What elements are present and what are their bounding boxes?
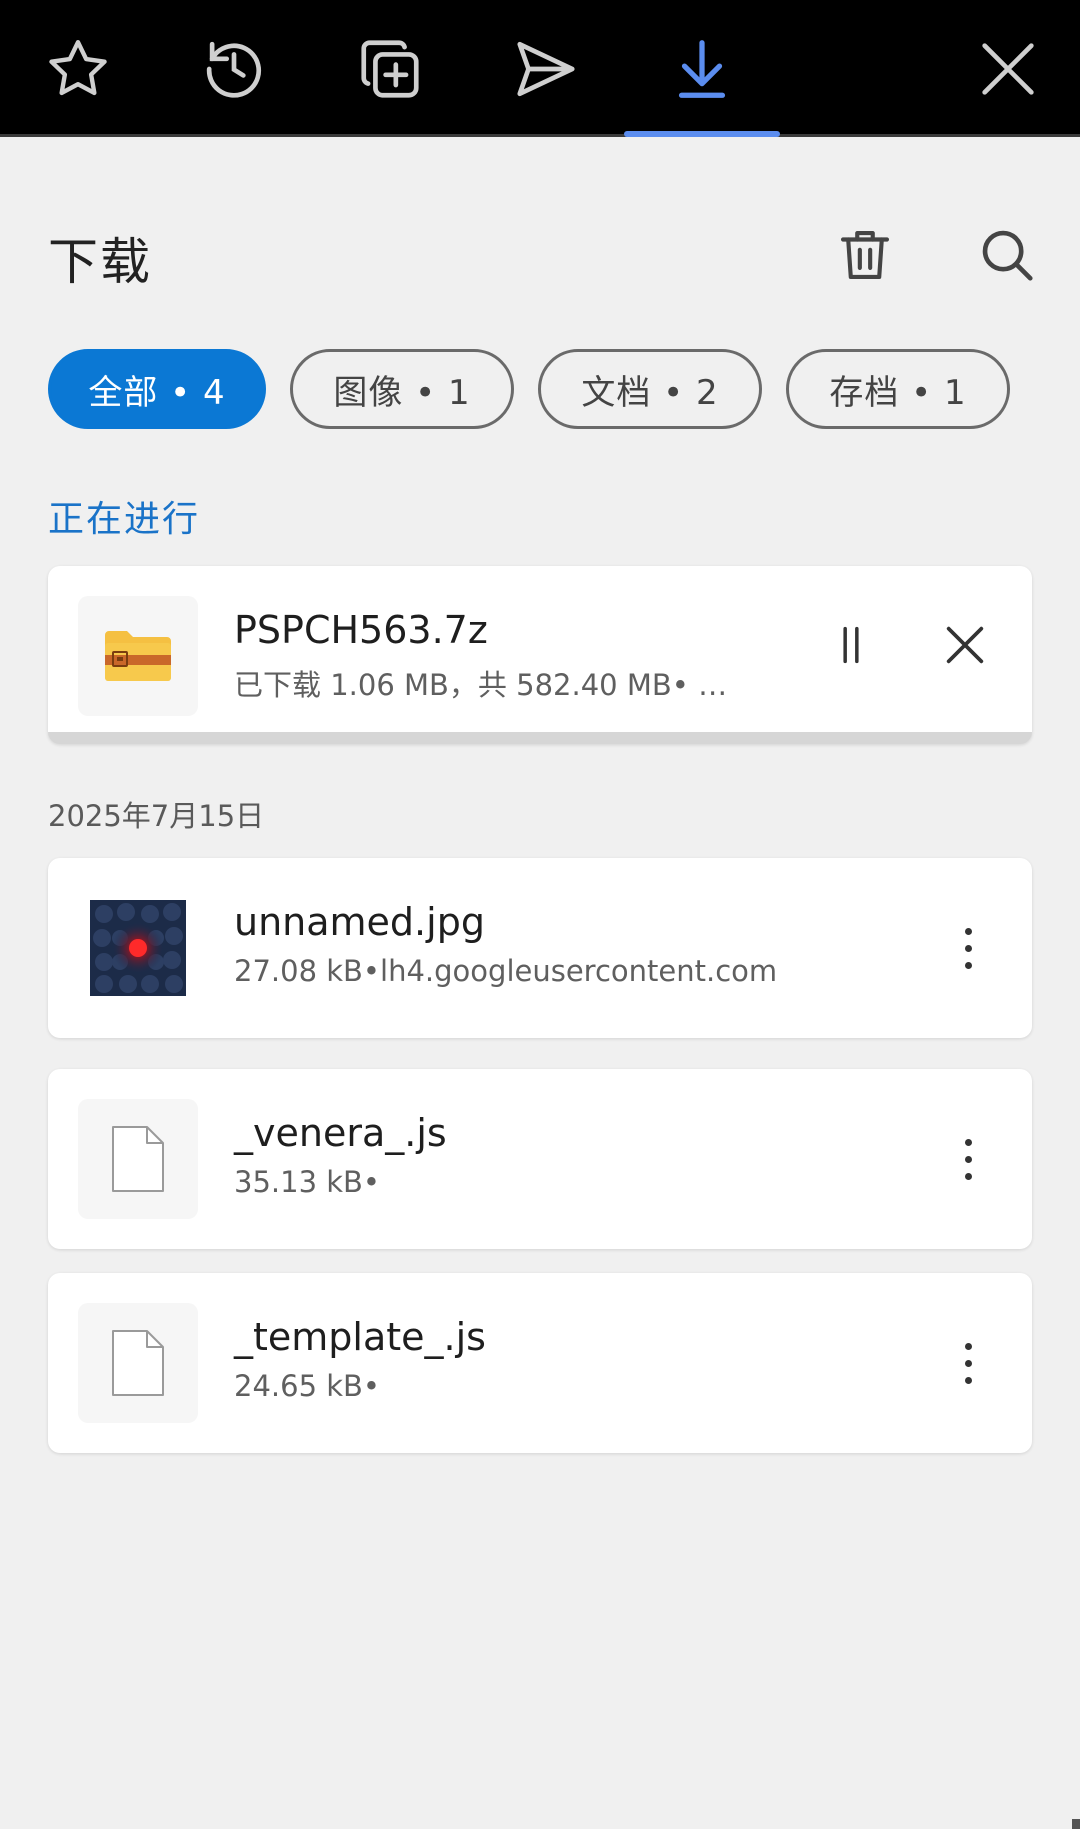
file-meta: 35.13 kB•: [234, 1165, 381, 1199]
file-thumbnail: [78, 1303, 198, 1423]
filter-chip-label: 图像 • 1: [333, 372, 471, 413]
filter-chip-label: 存档 • 1: [829, 372, 967, 413]
in-progress-heading: 正在进行: [48, 499, 201, 540]
send-icon: [517, 41, 575, 96]
delete-button[interactable]: [830, 220, 900, 290]
search-button[interactable]: [972, 220, 1042, 290]
send-tab[interactable]: [468, 0, 624, 137]
history-tab[interactable]: [156, 0, 312, 137]
close-icon: [946, 626, 984, 664]
image-thumbnail: [78, 888, 198, 1008]
bookmarks-tab[interactable]: [0, 0, 156, 137]
close-icon: [982, 42, 1034, 95]
pause-button[interactable]: [816, 610, 886, 680]
download-icon: [678, 39, 726, 98]
trash-icon: [840, 230, 890, 280]
archive-folder-icon: [105, 631, 171, 681]
filter-chip-documents[interactable]: 文档 • 2: [538, 349, 762, 429]
download-item[interactable]: _venera_.js 35.13 kB•: [48, 1069, 1032, 1249]
pause-icon: [843, 626, 859, 664]
file-name: PSPCH563.7z: [234, 608, 488, 652]
filter-chip-images[interactable]: 图像 • 1: [290, 349, 514, 429]
download-item[interactable]: _template_.js 24.65 kB•: [48, 1273, 1032, 1453]
file-meta: 27.08 kB•lh4.googleusercontent.com: [234, 954, 778, 988]
filter-chip-all[interactable]: 全部 • 4: [48, 349, 266, 429]
active-download-card[interactable]: PSPCH563.7z 已下载 1.06 MB，共 582.40 MB• 剩…: [48, 566, 1032, 744]
file-name: unnamed.jpg: [234, 900, 485, 944]
filter-chip-label: 文档 • 2: [581, 372, 719, 413]
close-button[interactable]: [930, 0, 1080, 137]
history-icon: [206, 41, 262, 98]
scroll-indicator: [1072, 1819, 1080, 1829]
top-toolbar: [0, 0, 1080, 137]
download-status: 已下载 1.06 MB，共 582.40 MB• 剩…: [234, 668, 754, 702]
download-item[interactable]: unnamed.jpg 27.08 kB•lh4.googleuserconte…: [48, 858, 1032, 1038]
file-name: _template_.js: [234, 1315, 486, 1359]
page-title: 下载: [48, 233, 152, 291]
filter-chips: 全部 • 4 图像 • 1 文档 • 2 存档 • 1: [48, 349, 1010, 429]
file-icon: [112, 1330, 164, 1396]
cancel-download-button[interactable]: [930, 610, 1000, 680]
image-preview: [90, 900, 186, 996]
star-icon: [49, 39, 107, 95]
more-options-button[interactable]: [948, 913, 988, 983]
add-tab-icon: [361, 39, 419, 98]
file-icon: [112, 1126, 164, 1192]
file-thumbnail: [78, 1099, 198, 1219]
filter-chip-archives[interactable]: 存档 • 1: [786, 349, 1010, 429]
more-options-button[interactable]: [948, 1124, 988, 1194]
filter-chip-label: 全部 • 4: [88, 372, 226, 413]
file-meta: 24.65 kB•: [234, 1369, 381, 1403]
archive-thumbnail: [78, 596, 198, 716]
search-icon: [982, 230, 1033, 281]
date-heading: 2025年7月15日: [48, 799, 265, 833]
new-tab-tab[interactable]: [312, 0, 468, 137]
file-name: _venera_.js: [234, 1111, 447, 1155]
more-options-button[interactable]: [948, 1328, 988, 1398]
downloads-tab[interactable]: [624, 0, 780, 137]
